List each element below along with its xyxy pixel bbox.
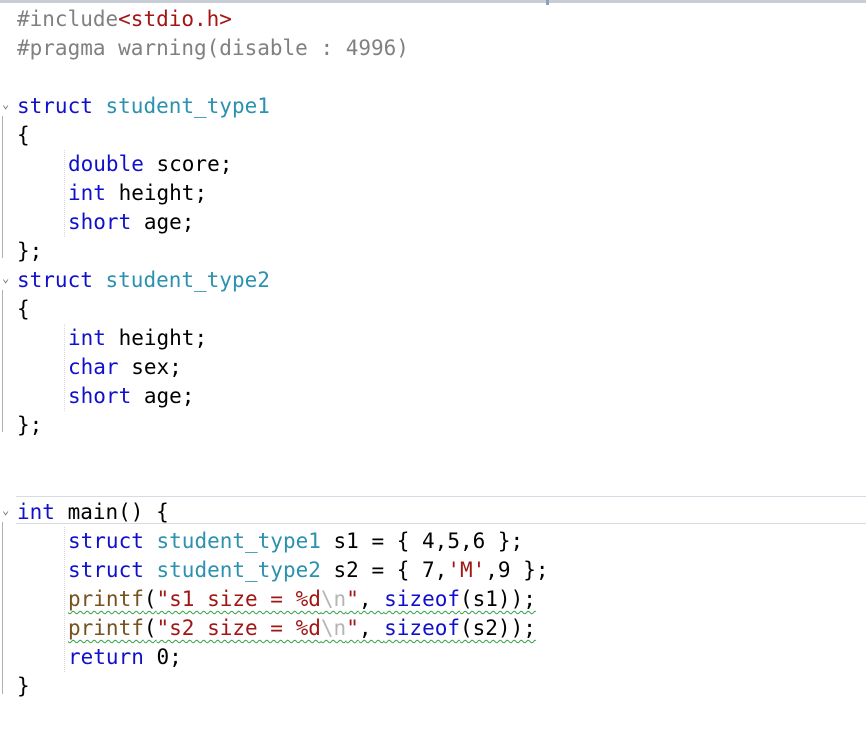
code-line-struct1-open[interactable]: { xyxy=(17,121,30,150)
keyword: struct xyxy=(68,558,144,582)
keyword: struct xyxy=(68,529,144,553)
separator: , xyxy=(358,616,385,640)
code-line-main-decl[interactable]: int main() { xyxy=(17,498,169,527)
code-line-struct1-field1[interactable]: double score; xyxy=(68,150,232,179)
keyword: struct xyxy=(17,268,93,292)
field-type: double xyxy=(68,152,144,176)
fold-toggle-icon[interactable]: ⌄ xyxy=(2,98,10,110)
escape-sequence: \n xyxy=(320,616,347,640)
type-name: student_type2 xyxy=(105,268,270,292)
function-call: printf xyxy=(68,587,144,611)
code-line-main-close[interactable]: } xyxy=(17,672,30,701)
fold-toggle-icon[interactable]: ⌄ xyxy=(2,272,10,284)
code-line-main-5[interactable]: return 0; xyxy=(68,643,182,672)
field-type: int xyxy=(68,326,106,350)
separator: , xyxy=(358,587,385,611)
paren: ( xyxy=(143,616,157,640)
code-line-struct2-field2[interactable]: char sex; xyxy=(68,353,182,382)
field-name: score; xyxy=(143,152,233,176)
code-line-struct2-open[interactable]: { xyxy=(17,295,30,324)
string-literal: "s2 size = %d xyxy=(156,616,321,640)
keyword: sizeof xyxy=(384,616,460,640)
keyword: sizeof xyxy=(384,587,460,611)
code-line-struct1-field3[interactable]: short age; xyxy=(68,208,194,237)
code-line-main-2[interactable]: struct student_type2 s2 = { 7,'M',9 }; xyxy=(68,556,548,585)
close-brace: }; xyxy=(17,239,43,263)
include-header: <stdio.h> xyxy=(118,7,232,31)
return-value: 0; xyxy=(143,645,182,669)
type-name: student_type1 xyxy=(105,94,270,118)
field-name: age; xyxy=(131,384,195,408)
escape-sequence: \n xyxy=(320,587,347,611)
type-name: student_type1 xyxy=(156,529,321,553)
code-line-struct1-close[interactable]: }; xyxy=(17,237,42,266)
code-line-pragma[interactable]: #pragma warning(disable : 4996) xyxy=(17,34,409,63)
code-line-struct2-field1[interactable]: int height; xyxy=(68,324,207,353)
field-name: sex; xyxy=(118,355,182,379)
code-line-include[interactable]: #include<stdio.h> xyxy=(17,5,232,34)
field-type: char xyxy=(68,355,119,379)
code-line-struct2-close[interactable]: }; xyxy=(17,411,42,440)
code-editor[interactable]: #include<stdio.h> #pragma warning(disabl… xyxy=(0,0,866,738)
string-literal: " xyxy=(346,616,359,640)
field-type: int xyxy=(68,181,106,205)
fold-toggle-icon[interactable]: ⌄ xyxy=(2,504,10,516)
indent-guide xyxy=(64,150,65,237)
open-brace: { xyxy=(17,297,30,321)
initializer: s2 = { 7, xyxy=(320,558,448,582)
field-name: height; xyxy=(105,181,208,205)
pragma-arguments: warning(disable : 4996) xyxy=(105,36,409,60)
field-type: short xyxy=(68,210,132,234)
return-type: int xyxy=(17,500,55,524)
initializer: s1 = { 4,5,6 }; xyxy=(320,529,524,553)
code-line-struct2-decl[interactable]: struct student_type2 xyxy=(17,266,270,295)
string-literal: "s1 size = %d xyxy=(156,587,321,611)
argument: (s1)); xyxy=(460,587,536,611)
string-literal: " xyxy=(346,587,359,611)
initializer: ,9 }; xyxy=(485,558,549,582)
fold-range-line xyxy=(2,290,3,432)
char-literal: 'M' xyxy=(447,558,486,582)
field-name: age; xyxy=(131,210,195,234)
code-line-main-3[interactable]: printf("s1 size = %d\n", sizeof(s1)); xyxy=(68,585,536,614)
indent-guide xyxy=(64,527,65,672)
preprocessor-directive: #pragma xyxy=(17,36,106,60)
function-separator xyxy=(16,496,866,497)
argument: (s2)); xyxy=(460,616,536,640)
code-line-struct1-field2[interactable]: int height; xyxy=(68,179,207,208)
field-type: short xyxy=(68,384,132,408)
fold-range-line xyxy=(2,116,3,258)
code-line-main-1[interactable]: struct student_type1 s1 = { 4,5,6 }; xyxy=(68,527,523,556)
function-call: printf xyxy=(68,616,144,640)
fold-range-line xyxy=(2,522,3,694)
function-signature: main() { xyxy=(54,500,169,524)
preprocessor-directive: #include xyxy=(17,7,119,31)
keyword: struct xyxy=(17,94,93,118)
paren: ( xyxy=(143,587,157,611)
keyword: return xyxy=(68,645,144,669)
code-line-main-4[interactable]: printf("s2 size = %d\n", sizeof(s2)); xyxy=(68,614,536,643)
type-name: student_type2 xyxy=(156,558,321,582)
open-brace: { xyxy=(17,123,30,147)
indent-guide xyxy=(64,324,65,411)
code-line-struct2-field3[interactable]: short age; xyxy=(68,382,194,411)
close-brace: } xyxy=(17,674,30,698)
field-name: height; xyxy=(105,326,208,350)
close-brace: }; xyxy=(17,413,43,437)
code-line-struct1-decl[interactable]: struct student_type1 xyxy=(17,92,270,121)
